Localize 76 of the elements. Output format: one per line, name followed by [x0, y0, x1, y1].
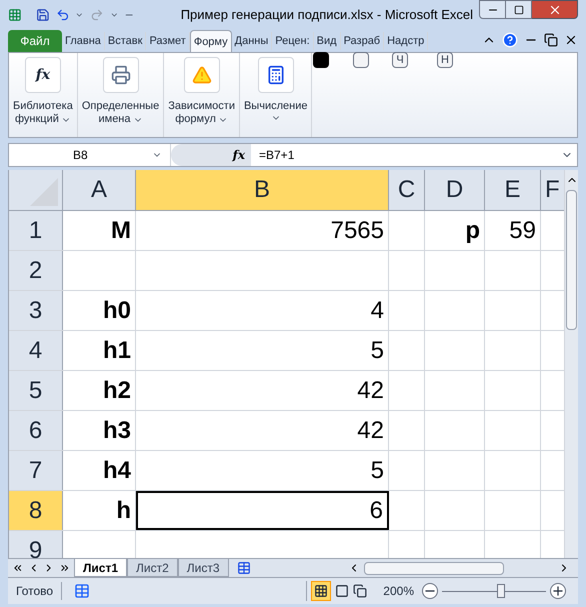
table-cell: h2	[63, 371, 136, 410]
status-text: Готово	[8, 582, 62, 600]
ribbon-tab[interactable]: Форму	[190, 30, 232, 52]
ribbon-button[interactable]: Определенные имена	[78, 53, 164, 137]
table-cell: h1	[63, 331, 136, 370]
page-layout-icon[interactable]	[335, 584, 350, 598]
table-cell: 42	[136, 371, 389, 410]
zoom-slider[interactable]	[442, 584, 546, 598]
close-icon[interactable]	[564, 33, 578, 47]
save-icon[interactable]	[36, 7, 50, 23]
warning-icon	[192, 65, 212, 85]
table-cell: h0	[63, 291, 136, 330]
formula-field[interactable]: =B7+1	[251, 146, 561, 164]
column-header[interactable]: C	[389, 170, 425, 210]
column-header[interactable]: B	[136, 170, 389, 210]
last-sheet-icon[interactable]	[58, 562, 70, 574]
slider-thumb[interactable]	[497, 584, 506, 598]
maximize-button[interactable]	[506, 0, 532, 19]
insert-function-button[interactable]: fx	[232, 146, 245, 164]
ribbon-button[interactable]: Вычисление	[240, 53, 312, 137]
table-cell: M	[63, 211, 136, 250]
zoom-in-icon[interactable]	[550, 583, 566, 599]
row-header[interactable]: 7	[9, 451, 63, 490]
table-cell: h	[63, 491, 136, 530]
table-cell: 5	[136, 331, 389, 370]
keytip: Н	[437, 52, 453, 68]
ribbon-tab[interactable]: Данны	[232, 32, 272, 50]
row-header[interactable]: 3	[9, 291, 63, 330]
row-header[interactable]: 1	[9, 211, 63, 250]
table-cell: 7565	[136, 211, 389, 250]
row-header[interactable]: 6	[9, 411, 63, 450]
ribbon-tab[interactable]: Надстр	[384, 32, 428, 50]
minimize-button[interactable]	[479, 0, 506, 19]
file-tab[interactable]: Файл	[8, 30, 62, 52]
calculator-icon	[266, 65, 286, 85]
ribbon-tab[interactable]: Разраб	[340, 32, 384, 50]
table-cell: h3	[63, 411, 136, 450]
row-header[interactable]: 2	[9, 251, 63, 290]
window-title: Пример генерации подписи.xlsx - Microsoft Excel	[180, 6, 473, 24]
function-icon: fx	[24, 57, 61, 93]
keytip: Ч	[392, 52, 408, 68]
restore-icon[interactable]	[544, 33, 558, 47]
first-sheet-icon[interactable]	[12, 562, 24, 574]
active-cell: 6	[136, 491, 389, 530]
ribbon-button[interactable]: fx Библиотека функций	[9, 53, 78, 137]
column-header[interactable]: E	[485, 170, 541, 210]
ribbon-tab[interactable]: Вид	[314, 32, 341, 50]
sheet-tab[interactable]: Лист2	[127, 559, 178, 577]
normal-view-icon[interactable]	[314, 584, 328, 598]
table-cell: p	[425, 211, 485, 250]
table-cell: h4	[63, 451, 136, 490]
table-cell: 5	[136, 451, 389, 490]
page-break-icon[interactable]	[353, 584, 368, 598]
excel-logo-icon[interactable]	[8, 7, 22, 23]
row-header[interactable]: 9	[9, 531, 63, 558]
table-cell: 42	[136, 411, 389, 450]
sheet-tab[interactable]: Лист3	[178, 559, 229, 577]
name-box[interactable]: B8	[9, 144, 171, 166]
close-button[interactable]	[532, 0, 578, 19]
ribbon-tab[interactable]: Рецен:	[272, 32, 314, 50]
undo-icon[interactable]	[56, 7, 70, 23]
maximize-icon	[514, 4, 524, 14]
zoom-level[interactable]: 200%	[383, 582, 414, 600]
row-header[interactable]: 4	[9, 331, 63, 370]
ribbon-button[interactable]: Зависимости формул	[164, 53, 240, 137]
ribbon-tab[interactable]: Главна	[62, 32, 105, 50]
column-header[interactable]: D	[425, 170, 485, 210]
sheet-tab[interactable]: Лист1	[74, 559, 128, 577]
table-cell: 59	[485, 211, 541, 250]
ribbon-tab[interactable]: Вставк	[104, 32, 146, 50]
table-cell: 4	[136, 291, 389, 330]
help-icon[interactable]	[502, 32, 518, 48]
vertical-scrollbar[interactable]	[564, 170, 578, 558]
row-header[interactable]: 8	[9, 491, 63, 530]
row-header[interactable]: 5	[9, 371, 63, 410]
zoom-out-icon[interactable]	[422, 583, 438, 599]
